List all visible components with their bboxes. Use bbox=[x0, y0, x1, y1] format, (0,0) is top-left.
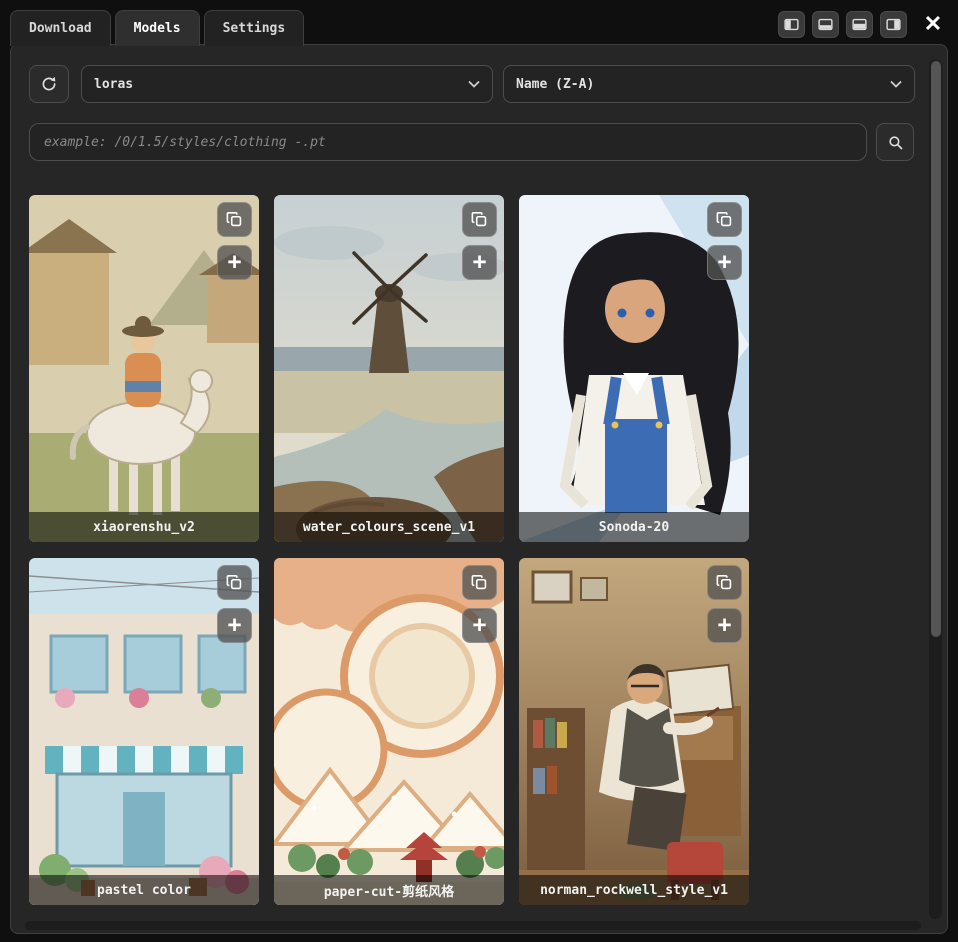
model-card-title: pastel color bbox=[29, 875, 259, 905]
plus-icon: + bbox=[718, 614, 732, 637]
copy-icon bbox=[470, 573, 489, 592]
vertical-scrollbar-track[interactable] bbox=[929, 59, 942, 919]
add-model-button[interactable]: + bbox=[462, 245, 497, 280]
refresh-button[interactable] bbox=[29, 65, 69, 103]
dock-right-button[interactable] bbox=[880, 11, 907, 38]
tab-download[interactable]: Download bbox=[10, 10, 111, 46]
vertical-scrollbar-thumb[interactable] bbox=[931, 61, 941, 637]
tab-download-label: Download bbox=[29, 21, 92, 36]
model-card-title: water_colours_scene_v1 bbox=[274, 512, 504, 542]
folder-select[interactable]: loras bbox=[81, 65, 493, 103]
plus-icon: + bbox=[228, 614, 242, 637]
copy-icon bbox=[470, 210, 489, 229]
model-card-title: norman_rockwell_style_v1 bbox=[519, 875, 749, 905]
chevron-down-icon bbox=[890, 80, 902, 88]
sort-select-value: Name (Z-A) bbox=[516, 77, 594, 92]
search-row bbox=[29, 123, 947, 161]
add-model-button[interactable]: + bbox=[707, 608, 742, 643]
folder-select-value: loras bbox=[94, 77, 133, 92]
model-card[interactable]: + xiaorenshu_v2 bbox=[29, 195, 259, 542]
add-model-button[interactable]: + bbox=[217, 245, 252, 280]
tab-settings[interactable]: Settings bbox=[204, 10, 305, 46]
horizontal-scrollbar-track[interactable] bbox=[25, 921, 921, 930]
models-panel: loras Name (Z-A) bbox=[10, 44, 948, 934]
copy-model-button[interactable] bbox=[217, 202, 252, 237]
model-card-title: paper-cut-剪纸风格 bbox=[274, 875, 504, 905]
plus-icon: + bbox=[718, 251, 732, 274]
plus-icon: + bbox=[228, 251, 242, 274]
tab-models-label: Models bbox=[134, 21, 181, 36]
copy-model-button[interactable] bbox=[462, 202, 497, 237]
model-card-grid: + xiaorenshu_v2 bbox=[29, 195, 947, 905]
dock-bottom-button[interactable] bbox=[812, 11, 839, 38]
copy-icon bbox=[225, 210, 244, 229]
copy-icon bbox=[225, 573, 244, 592]
toolbar: loras Name (Z-A) bbox=[29, 65, 947, 103]
plus-icon: + bbox=[473, 614, 487, 637]
model-card[interactable]: + paper-cut-剪纸风格 bbox=[274, 558, 504, 905]
window-controls: ✕ bbox=[778, 9, 948, 45]
dock-right-icon bbox=[885, 16, 902, 33]
model-card-title: xiaorenshu_v2 bbox=[29, 512, 259, 542]
chevron-down-icon bbox=[468, 80, 480, 88]
tab-settings-label: Settings bbox=[223, 21, 286, 36]
copy-model-button[interactable] bbox=[217, 565, 252, 600]
copy-model-button[interactable] bbox=[707, 565, 742, 600]
tab-bar: Download Models Settings bbox=[10, 8, 948, 45]
copy-model-button[interactable] bbox=[707, 202, 742, 237]
copy-icon bbox=[715, 573, 734, 592]
dock-bottom-large-button[interactable] bbox=[846, 11, 873, 38]
search-icon bbox=[887, 134, 904, 151]
refresh-icon bbox=[40, 75, 58, 93]
model-card-title: Sonoda-20 bbox=[519, 512, 749, 542]
search-input[interactable] bbox=[29, 123, 867, 161]
dock-bottom-icon bbox=[817, 16, 834, 33]
dock-bottom-large-icon bbox=[851, 16, 868, 33]
model-card[interactable]: + pastel color bbox=[29, 558, 259, 905]
tab-models[interactable]: Models bbox=[115, 10, 200, 46]
close-button[interactable]: ✕ bbox=[918, 9, 948, 39]
plus-icon: + bbox=[473, 251, 487, 274]
model-card[interactable]: + norman_rockwell_style_v1 bbox=[519, 558, 749, 905]
sort-select[interactable]: Name (Z-A) bbox=[503, 65, 915, 103]
copy-icon bbox=[715, 210, 734, 229]
add-model-button[interactable]: + bbox=[217, 608, 252, 643]
dock-left-icon bbox=[783, 16, 800, 33]
model-card[interactable]: + Sonoda-20 bbox=[519, 195, 749, 542]
model-card[interactable]: + water_colours_scene_v1 bbox=[274, 195, 504, 542]
add-model-button[interactable]: + bbox=[462, 608, 497, 643]
close-icon: ✕ bbox=[924, 13, 942, 35]
search-button[interactable] bbox=[876, 123, 914, 161]
copy-model-button[interactable] bbox=[462, 565, 497, 600]
dock-left-button[interactable] bbox=[778, 11, 805, 38]
add-model-button[interactable]: + bbox=[707, 245, 742, 280]
